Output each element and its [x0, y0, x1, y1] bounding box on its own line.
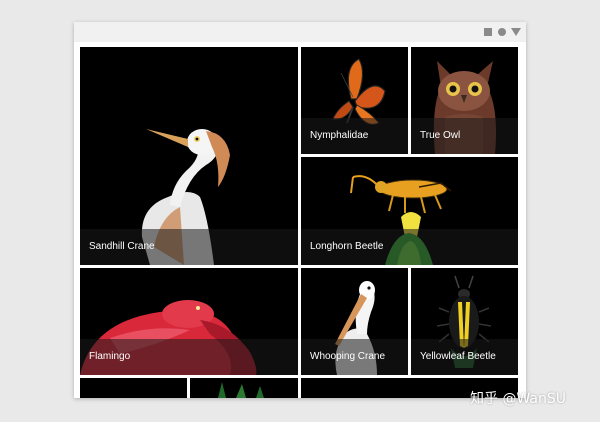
triangle-down-icon[interactable] — [511, 28, 521, 36]
plant-icon — [190, 378, 298, 398]
window-titlebar — [74, 22, 526, 42]
gallery-tile-flamingo[interactable]: Flamingo — [80, 268, 298, 375]
tile-caption: Whooping Crane — [301, 339, 408, 375]
gallery-tile-longhorn-beetle[interactable]: Longhorn Beetle — [301, 157, 518, 265]
tile-caption: Flamingo — [80, 339, 298, 375]
tile-caption: Sandhill Crane — [80, 229, 298, 265]
tile-label: Flamingo — [89, 351, 131, 362]
gallery-tile-sandhill-crane[interactable]: Sandhill Crane — [80, 47, 298, 265]
gallery-tile-whooping-crane[interactable]: Whooping Crane — [301, 268, 408, 375]
gallery-tile-yellowleaf-beetle[interactable]: Yellowleaf Beetle — [411, 268, 518, 375]
tile-label: Yellowleaf Beetle — [420, 351, 496, 362]
gallery-window: Sandhill Crane Nymphalidae True Owl Long… — [74, 22, 526, 398]
watermark: 知乎 @WanSU — [470, 391, 566, 407]
square-icon[interactable] — [484, 28, 492, 36]
tile-caption: Yellowleaf Beetle — [411, 339, 518, 375]
tile-label: True Owl — [420, 130, 461, 141]
gallery-tile-partial[interactable] — [80, 378, 187, 398]
tile-label: Sandhill Crane — [89, 241, 155, 252]
gallery-tile-true-owl[interactable]: True Owl — [411, 47, 518, 154]
tile-label: Whooping Crane — [310, 351, 386, 362]
tile-label: Longhorn Beetle — [310, 241, 384, 252]
gallery-tile-partial[interactable] — [190, 378, 298, 398]
tile-caption: True Owl — [411, 118, 518, 154]
circle-icon[interactable] — [498, 28, 506, 36]
tile-label: Nymphalidae — [310, 130, 369, 141]
tile-caption: Longhorn Beetle — [301, 229, 518, 265]
gallery-tile-nymphalidae[interactable]: Nymphalidae — [301, 47, 408, 154]
tile-caption: Nymphalidae — [301, 118, 408, 154]
